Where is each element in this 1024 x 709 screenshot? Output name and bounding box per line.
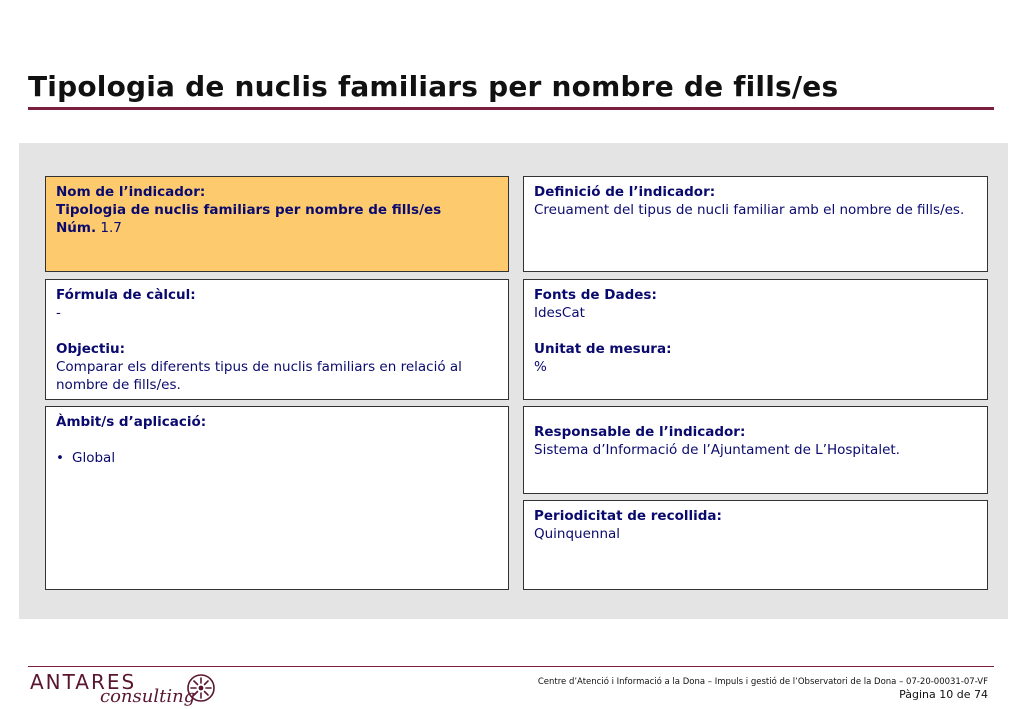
title-divider — [28, 107, 994, 110]
indicator-name-label: Nom de l’indicador: — [56, 184, 206, 200]
page-number: Pàgina 10 de 74 — [899, 688, 988, 701]
indicator-name-value: Tipologia de nuclis familiars per nombre… — [56, 202, 442, 218]
unit-value: % — [534, 359, 547, 375]
page-title: Tipologia de nuclis familiars per nombre… — [28, 70, 839, 103]
periodicity-label: Periodicitat de recollida: — [534, 508, 722, 524]
scope-item-text: Global — [72, 450, 116, 466]
responsible-label: Responsable de l’indicador: — [534, 424, 746, 440]
definition-label: Definició de l’indicador: — [534, 184, 716, 200]
responsible-value: Sistema d’Informació de l’Ajuntament de … — [534, 442, 900, 458]
periodicity-box: Periodicitat de recollida: Quinquennal — [523, 500, 988, 590]
formula-value: - — [56, 305, 61, 321]
objective-label: Objectiu: — [56, 341, 126, 357]
bullet-icon: • — [56, 450, 64, 466]
unit-label: Unitat de mesura: — [534, 341, 672, 357]
indicator-number-label: Núm. — [56, 220, 97, 236]
data-sources-label: Fonts de Dades: — [534, 287, 657, 303]
indicator-number-value: 1.7 — [100, 220, 122, 236]
objective-value: Comparar els diferents tipus de nuclis f… — [56, 359, 462, 393]
scope-label: Àmbit/s d’aplicació: — [56, 414, 207, 430]
indicator-name-box: Nom de l’indicador: Tipologia de nuclis … — [45, 176, 509, 272]
indicator-number: Núm. 1.7 — [56, 219, 498, 237]
scope-box: Àmbit/s d’aplicació: • Global — [45, 406, 509, 590]
footer-text: Centre d’Atenció i Informació a la Dona … — [537, 677, 988, 687]
data-sources-value: IdesCat — [534, 305, 585, 321]
definition-value: Creuament del tipus de nucli familiar am… — [534, 202, 965, 218]
brand-logo-subtext: consulting — [100, 686, 196, 707]
definition-box: Definició de l’indicador: Creuament del … — [523, 176, 988, 272]
footer-divider — [28, 666, 994, 667]
formula-box: Fórmula de càlcul: - Objectiu: Comparar … — [45, 279, 509, 400]
scope-list-item: • Global — [56, 449, 498, 467]
responsible-box: Responsable de l’indicador: Sistema d’In… — [523, 406, 988, 494]
data-sources-box: Fonts de Dades: IdesCat Unitat de mesura… — [523, 279, 988, 400]
formula-label: Fórmula de càlcul: — [56, 287, 196, 303]
periodicity-value: Quinquennal — [534, 526, 621, 542]
brand-logo-icon — [187, 674, 215, 702]
